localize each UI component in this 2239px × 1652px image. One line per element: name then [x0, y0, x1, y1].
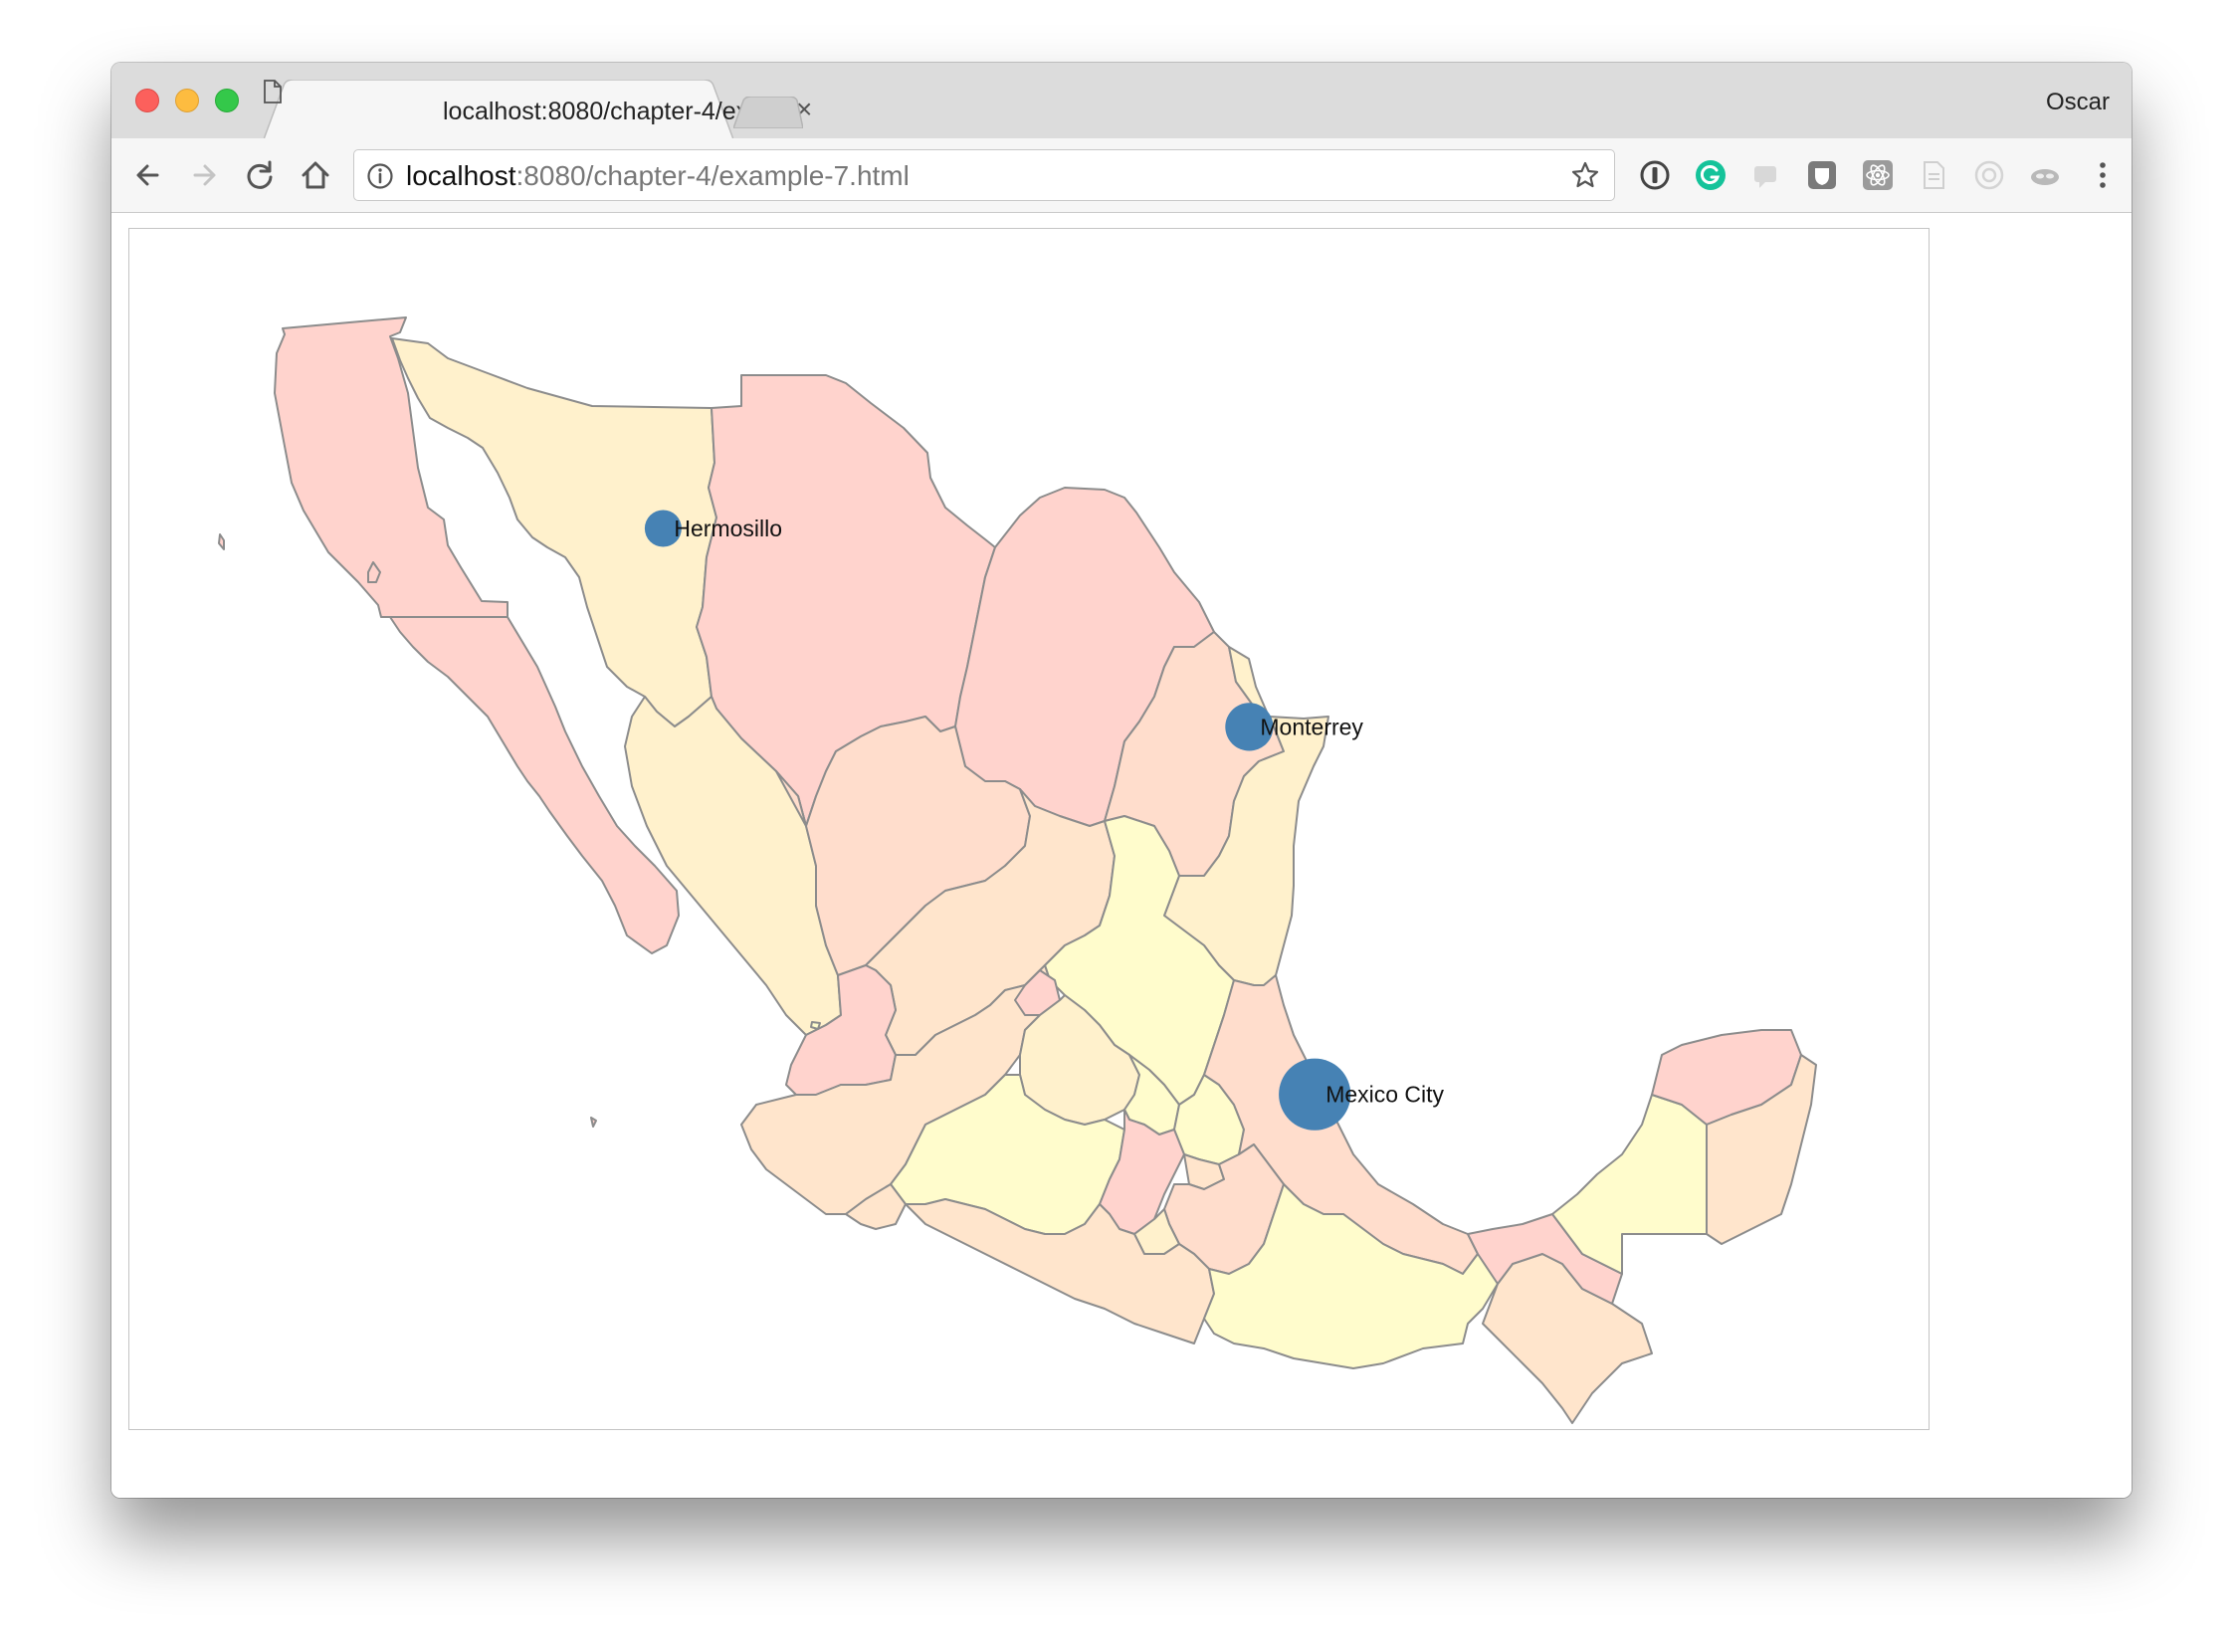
url-path: :8080/chapter-4/example-7.html: [515, 160, 910, 191]
states-layer: [218, 316, 1817, 1424]
city-label: Mexico City: [1325, 1082, 1444, 1108]
reload-icon[interactable]: [239, 154, 281, 196]
tab-strip: localhost:8080/chapter-4/example-7.html …: [111, 63, 2132, 139]
city-label: Monterrey: [1260, 714, 1363, 739]
document-extension-icon[interactable]: [1917, 158, 1950, 192]
privacy-extension-icon[interactable]: [2028, 158, 2062, 192]
target-extension-icon[interactable]: [1972, 158, 2006, 192]
password-manager-icon[interactable]: [1638, 158, 1672, 192]
info-icon[interactable]: [366, 162, 394, 190]
island-revillagigedo: [810, 1021, 821, 1030]
document-icon: [264, 80, 282, 103]
window-close-button[interactable]: [135, 89, 159, 112]
home-icon[interactable]: [295, 154, 336, 196]
island-guadalupe: [218, 533, 225, 550]
page-content: HermosilloMonterreyMexico CityCancun: [111, 214, 2132, 1498]
address-bar[interactable]: localhost:8080/chapter-4/example-7.html: [353, 149, 1615, 201]
chat-extension-icon[interactable]: [1749, 158, 1783, 192]
star-icon[interactable]: [1570, 160, 1600, 190]
arrow-right-icon[interactable]: [183, 154, 225, 196]
window-maximize-button[interactable]: [215, 89, 239, 112]
state-chiapas: [1482, 1253, 1653, 1424]
island-socorro: [590, 1117, 597, 1128]
window-minimize-button[interactable]: [175, 89, 199, 112]
browser-toolbar: localhost:8080/chapter-4/example-7.html: [111, 138, 2132, 213]
city-label: Hermosillo: [674, 516, 782, 541]
kebab-menu-icon[interactable]: [2086, 158, 2120, 192]
profile-name[interactable]: Oscar: [2046, 89, 2110, 116]
state-baja-california: [274, 316, 509, 618]
map-container: HermosilloMonterreyMexico CityCancun: [128, 228, 1930, 1430]
grammarly-icon[interactable]: [1694, 158, 1728, 192]
url-text[interactable]: localhost:8080/chapter-4/example-7.html: [406, 159, 910, 193]
url-host: localhost: [406, 160, 516, 191]
shield-extension-icon[interactable]: [1805, 158, 1839, 192]
tab-active[interactable]: localhost:8080/chapter-4/example-7.html …: [264, 80, 812, 139]
mexico-map: HermosilloMonterreyMexico CityCancun: [218, 316, 1817, 1424]
new-tab-button[interactable]: [733, 97, 803, 128]
browser-window: localhost:8080/chapter-4/example-7.html …: [111, 63, 2132, 1498]
arrow-left-icon[interactable]: [127, 154, 169, 196]
react-devtools-icon[interactable]: [1861, 158, 1895, 192]
